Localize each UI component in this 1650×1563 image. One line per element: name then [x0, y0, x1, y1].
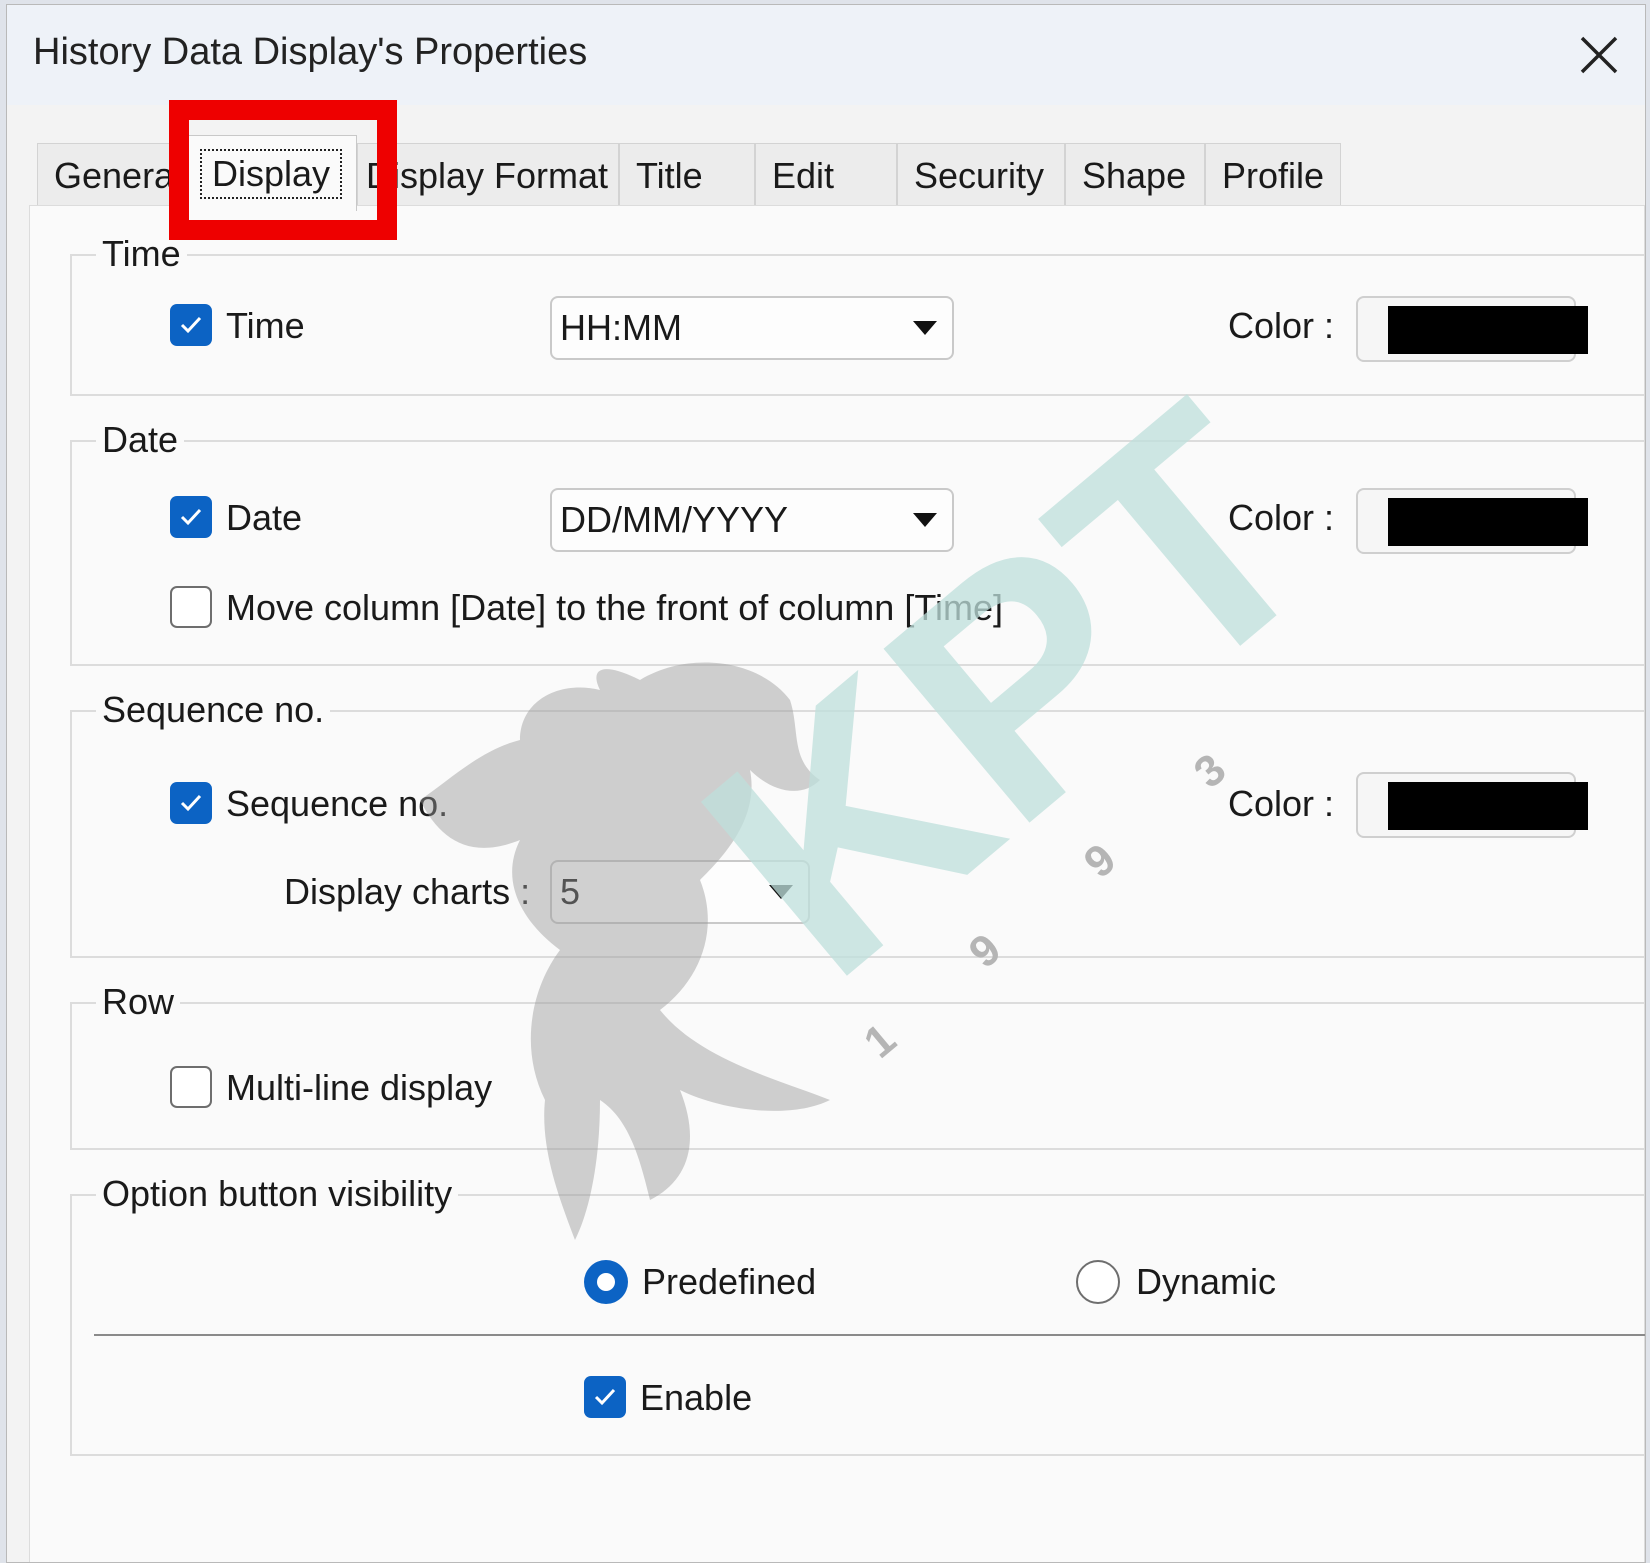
tab-label: Edit: [772, 154, 835, 196]
enable-label: Enable: [640, 1377, 753, 1418]
display-charts-label: Display charts :: [284, 871, 531, 912]
tab-label: Display Format: [366, 154, 609, 196]
tab-title[interactable]: Title: [619, 143, 755, 207]
close-button[interactable]: [1567, 23, 1631, 87]
tab-label: Profile: [1222, 154, 1325, 196]
sequence-checkbox-label: Sequence no.: [226, 783, 449, 824]
date-color-button[interactable]: [1356, 488, 1588, 554]
time-color-swatch: [1388, 306, 1588, 354]
move-date-column-label: Move column [Date] to the front of colum…: [226, 587, 1003, 628]
tab-shape[interactable]: Shape: [1065, 143, 1205, 207]
title-bar: History Data Display's Properties: [7, 5, 1645, 105]
close-icon: [1580, 36, 1618, 74]
time-color-button[interactable]: [1356, 296, 1588, 362]
display-tab-panel: Time Time HH:MM Color : Date Date DD/MM/…: [29, 205, 1645, 1562]
group-legend: Time: [96, 232, 187, 276]
option-divider: [94, 1334, 1645, 1336]
predefined-label: Predefined: [642, 1261, 817, 1302]
dropdown-arrow-icon: [913, 513, 937, 527]
checkmark-icon: [180, 508, 202, 526]
checkmark-icon: [180, 316, 202, 334]
tab-bar: General Display Display Format Title Edi…: [37, 135, 1397, 211]
tab-label: Shape: [1082, 154, 1187, 196]
dynamic-label: Dynamic: [1136, 1261, 1277, 1302]
date-group: Date Date DD/MM/YYYY Color : Move column…: [70, 418, 1645, 666]
time-group: Time Time HH:MM Color :: [70, 232, 1645, 396]
dynamic-radio[interactable]: [1076, 1260, 1120, 1304]
tab-general[interactable]: General: [37, 143, 205, 207]
sequence-color-swatch: [1388, 782, 1588, 830]
date-color-label: Color :: [1228, 497, 1335, 538]
window-title: History Data Display's Properties: [33, 31, 588, 73]
date-format-value: DD/MM/YYYY: [560, 499, 789, 540]
multi-line-display-label: Multi-line display: [226, 1067, 493, 1108]
dropdown-arrow-icon: [913, 321, 937, 335]
tab-label: Display: [199, 148, 343, 199]
group-legend: Date: [96, 418, 185, 462]
tab-label: Security: [914, 154, 1045, 196]
tab-label: General: [54, 154, 183, 196]
tab-profile[interactable]: Profile: [1205, 143, 1341, 207]
time-checkbox[interactable]: [170, 304, 212, 346]
date-checkbox[interactable]: [170, 496, 212, 538]
date-color-swatch: [1388, 498, 1588, 546]
time-format-value: HH:MM: [560, 307, 682, 348]
group-legend: Sequence no.: [96, 688, 331, 732]
date-format-select[interactable]: DD/MM/YYYY: [550, 488, 954, 552]
option-button-visibility-group: Option button visibility Predefined Dyna…: [70, 1172, 1645, 1456]
move-date-column-checkbox[interactable]: [170, 586, 212, 628]
tab-label: Title: [636, 154, 703, 196]
tab-edit[interactable]: Edit: [755, 143, 897, 207]
row-group: Row Multi-line display: [70, 980, 1645, 1150]
tab-display-format[interactable]: Display Format: [357, 143, 619, 207]
sequence-group: Sequence no. Sequence no. Color : Displa…: [70, 688, 1645, 958]
sequence-checkbox[interactable]: [170, 782, 212, 824]
sequence-color-button[interactable]: [1356, 772, 1588, 838]
display-charts-value: 5: [560, 871, 581, 912]
date-checkbox-label: Date: [226, 497, 303, 538]
group-legend: Option button visibility: [96, 1172, 459, 1216]
time-format-select[interactable]: HH:MM: [550, 296, 954, 360]
checkmark-icon: [180, 794, 202, 812]
time-color-label: Color :: [1228, 305, 1335, 346]
sequence-color-label: Color :: [1228, 783, 1335, 824]
time-checkbox-label: Time: [226, 305, 305, 346]
checkmark-icon: [594, 1388, 616, 1406]
display-charts-select[interactable]: 5: [550, 860, 810, 924]
properties-dialog: History Data Display's Properties Genera…: [6, 4, 1646, 1563]
enable-checkbox[interactable]: [584, 1376, 626, 1418]
multi-line-display-checkbox[interactable]: [170, 1066, 212, 1108]
predefined-radio[interactable]: [584, 1260, 628, 1304]
group-legend: Row: [96, 980, 181, 1024]
dropdown-arrow-icon: [769, 885, 793, 899]
tab-display[interactable]: Display: [185, 135, 357, 211]
tab-security[interactable]: Security: [897, 143, 1065, 207]
